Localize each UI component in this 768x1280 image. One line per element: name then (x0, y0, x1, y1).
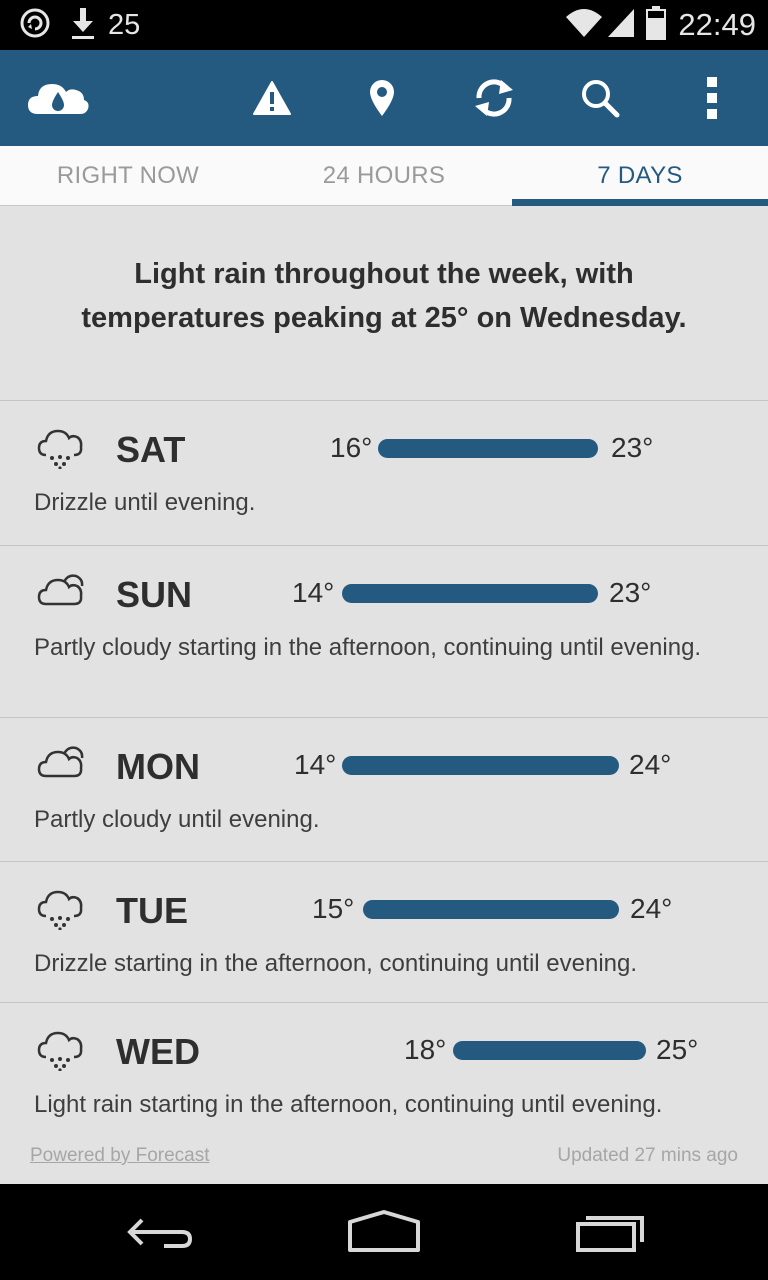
home-icon[interactable] (340, 1208, 428, 1256)
status-bar: 25 22:49 (0, 0, 768, 50)
battery-icon (646, 5, 667, 45)
tab-right-now[interactable]: RIGHT NOW (0, 146, 256, 206)
app-bar (0, 50, 768, 146)
tab-7-days[interactable]: 7 DAYS (512, 146, 768, 206)
location-icon[interactable] (358, 74, 406, 122)
temp-low: 16° (330, 432, 373, 463)
recents-icon[interactable] (568, 1208, 648, 1256)
temp-low: 15° (312, 893, 355, 924)
day-row-sun[interactable]: SUN 14° 23° Partly cloudy starting in th… (0, 545, 768, 717)
week-summary: Light rain throughout the week, with tem… (81, 258, 687, 334)
search-icon[interactable] (576, 74, 624, 122)
temp-range-bar (363, 900, 619, 919)
temp-low: 14° (294, 749, 337, 780)
temp-high: 23° (611, 432, 654, 463)
temp-high: 23° (609, 577, 652, 608)
status-bar-left: 25 (18, 6, 141, 45)
cloud-rain-logo-icon[interactable] (26, 74, 90, 122)
day-name: MON (116, 746, 200, 787)
day-row-wed[interactable]: WED 18° 25° Light rain starting in the a… (0, 1002, 768, 1136)
temp-range-bar (342, 584, 598, 603)
tab-bar: RIGHT NOW 24 HOURS 7 DAYS (0, 146, 768, 206)
drizzle-icon (36, 888, 84, 931)
temp-range-bar (453, 1041, 646, 1060)
warning-icon[interactable] (248, 74, 296, 122)
temp-high: 24° (629, 749, 672, 780)
day-name: WED (116, 1031, 200, 1072)
day-description: Drizzle starting in the afternoon, conti… (34, 950, 638, 977)
temp-range-bar (378, 439, 598, 458)
day-name: SUN (116, 574, 193, 615)
sync-icon (18, 6, 52, 45)
download-icon (70, 6, 96, 45)
updated-timestamp: Updated 27 mins ago (557, 1145, 738, 1166)
day-description: Light rain starting in the afternoon, co… (34, 1091, 663, 1118)
day-name: TUE (116, 890, 188, 931)
day-name: SAT (116, 429, 186, 470)
partly-cloudy-icon (36, 744, 84, 784)
day-row-tue[interactable]: TUE 15° 24° Drizzle starting in the afte… (0, 861, 768, 1002)
temp-high: 24° (630, 893, 673, 924)
drizzle-icon (36, 1029, 84, 1072)
temp-high: 25° (656, 1034, 699, 1065)
tab-24-hours[interactable]: 24 HOURS (256, 146, 512, 206)
notification-count: 25 (108, 8, 141, 41)
day-description: Partly cloudy starting in the afternoon,… (34, 634, 702, 661)
day-description: Partly cloudy until evening. (34, 806, 320, 833)
partly-cloudy-icon (36, 572, 84, 612)
day-row-mon[interactable]: MON 14° 24° Partly cloudy until evening. (0, 717, 768, 861)
day-description: Drizzle until evening. (34, 489, 256, 516)
temp-low: 14° (292, 577, 335, 608)
wifi-icon (564, 7, 604, 44)
refresh-icon[interactable] (470, 74, 518, 122)
temp-range-bar (342, 756, 619, 775)
powered-by-link[interactable]: Powered by Forecast (30, 1145, 210, 1167)
clock: 22:49 (678, 7, 756, 42)
drizzle-icon (36, 427, 84, 470)
navigation-bar (0, 1184, 768, 1280)
back-icon[interactable] (120, 1208, 200, 1256)
temp-low: 18° (404, 1034, 447, 1065)
signal-icon (606, 7, 636, 44)
status-bar-right: 22:49 (564, 5, 756, 45)
day-row-sat[interactable]: SAT 16° 23° Drizzle until evening. (0, 400, 768, 545)
overflow-menu-icon[interactable] (688, 74, 736, 122)
